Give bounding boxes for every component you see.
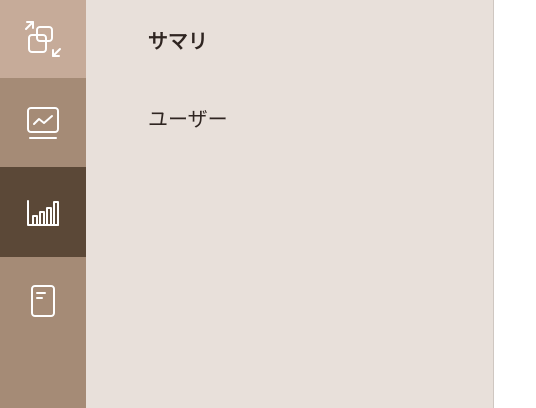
main-content-area: [494, 0, 536, 408]
app-window: サマリ ユーザー: [0, 0, 536, 408]
rail-button-switch[interactable]: [0, 0, 86, 78]
menu-item-users[interactable]: ユーザー: [148, 103, 228, 132]
swap-screens-icon: [23, 19, 63, 59]
icon-rail: [0, 0, 86, 408]
rail-button-statistics[interactable]: [0, 167, 86, 257]
document-icon: [23, 282, 63, 322]
dashboard-chart-icon: [23, 103, 63, 143]
bar-chart-icon: [23, 192, 63, 232]
statistics-submenu: サマリ ユーザー: [86, 0, 494, 408]
menu-item-summary[interactable]: サマリ: [148, 25, 208, 54]
rail-button-dashboard[interactable]: [0, 78, 86, 167]
rail-button-documents[interactable]: [0, 257, 86, 347]
